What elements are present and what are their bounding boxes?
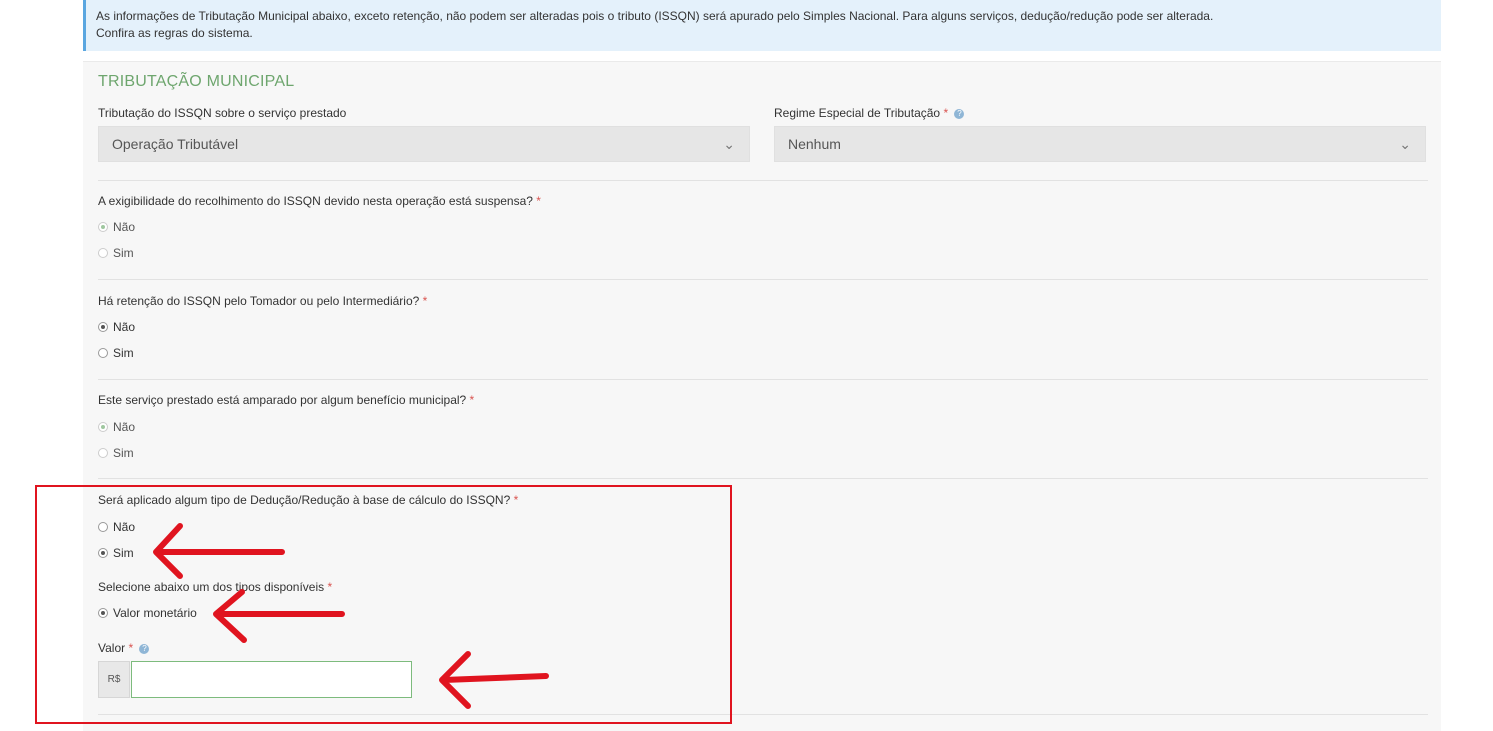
radio-label: Não — [113, 320, 136, 334]
chevron-down-icon: ⌄ — [723, 136, 735, 152]
section-title: TRIBUTAÇÃO MUNICIPAL — [98, 73, 295, 90]
tributacao-label: Tributação do ISSQN sobre o serviço pres… — [98, 106, 346, 120]
tributacao-label-text: Tributação do ISSQN sobre o serviço pres… — [98, 106, 347, 120]
question-text: Este serviço prestado está amparado por … — [98, 393, 467, 407]
info-line-1: As informações de Tributação Municipal a… — [96, 9, 1214, 23]
question-text: Há retenção do ISSQN pelo Tomador ou pel… — [98, 294, 420, 308]
annotation-arrow-icon — [153, 523, 285, 579]
question-retencao: Há retenção do ISSQN pelo Tomador ou pel… — [98, 294, 427, 308]
question-text: A exigibilidade do recolhimento do ISSQN… — [98, 194, 533, 208]
annotation-arrow-icon — [213, 589, 345, 643]
divider — [98, 478, 1428, 479]
radio-exigibilidade-nao[interactable]: Não — [98, 220, 135, 234]
required-mark: * — [422, 294, 428, 308]
tributacao-select[interactable]: Operação Tributável ⌄ — [98, 126, 750, 162]
radio-icon — [98, 348, 108, 358]
radio-retencao-sim[interactable]: Sim — [98, 346, 134, 360]
required-mark: * — [943, 106, 949, 120]
info-alert: As informações de Tributação Municipal a… — [83, 0, 1441, 51]
help-icon[interactable]: ? — [954, 108, 965, 119]
required-mark: * — [536, 194, 541, 208]
question-beneficio: Este serviço prestado está amparado por … — [98, 393, 474, 407]
question-exigibilidade: A exigibilidade do recolhimento do ISSQN… — [98, 194, 541, 208]
radio-label: Não — [113, 420, 136, 434]
regime-select[interactable]: Nenhum ⌄ — [774, 126, 1426, 162]
required-mark: * — [469, 393, 475, 407]
divider — [98, 379, 1428, 380]
radio-icon — [98, 222, 108, 232]
tributacao-select-value: Operação Tributável — [112, 136, 239, 152]
radio-label: Não — [113, 220, 136, 234]
radio-label: Sim — [113, 246, 134, 260]
radio-icon — [98, 448, 108, 458]
radio-retencao-nao[interactable]: Não — [98, 320, 135, 334]
radio-beneficio-sim[interactable]: Sim — [98, 446, 134, 460]
chevron-down-icon: ⌄ — [1399, 136, 1411, 152]
regime-label: Regime Especial de Tributação * ? — [774, 106, 965, 120]
radio-label: Sim — [113, 446, 134, 460]
divider — [98, 279, 1428, 280]
radio-icon — [98, 422, 108, 432]
regime-select-value: Nenhum — [788, 136, 841, 152]
annotation-arrow-icon — [439, 651, 549, 709]
annotation-highlight-box — [35, 485, 732, 724]
radio-label: Sim — [113, 346, 134, 360]
divider — [98, 180, 1428, 181]
radio-beneficio-nao[interactable]: Não — [98, 420, 135, 434]
radio-icon — [98, 248, 108, 258]
info-line-2: Confira as regras do sistema. — [96, 26, 253, 40]
radio-exigibilidade-sim[interactable]: Sim — [98, 246, 134, 260]
regime-label-text: Regime Especial de Tributação — [774, 106, 941, 120]
radio-icon — [98, 322, 108, 332]
